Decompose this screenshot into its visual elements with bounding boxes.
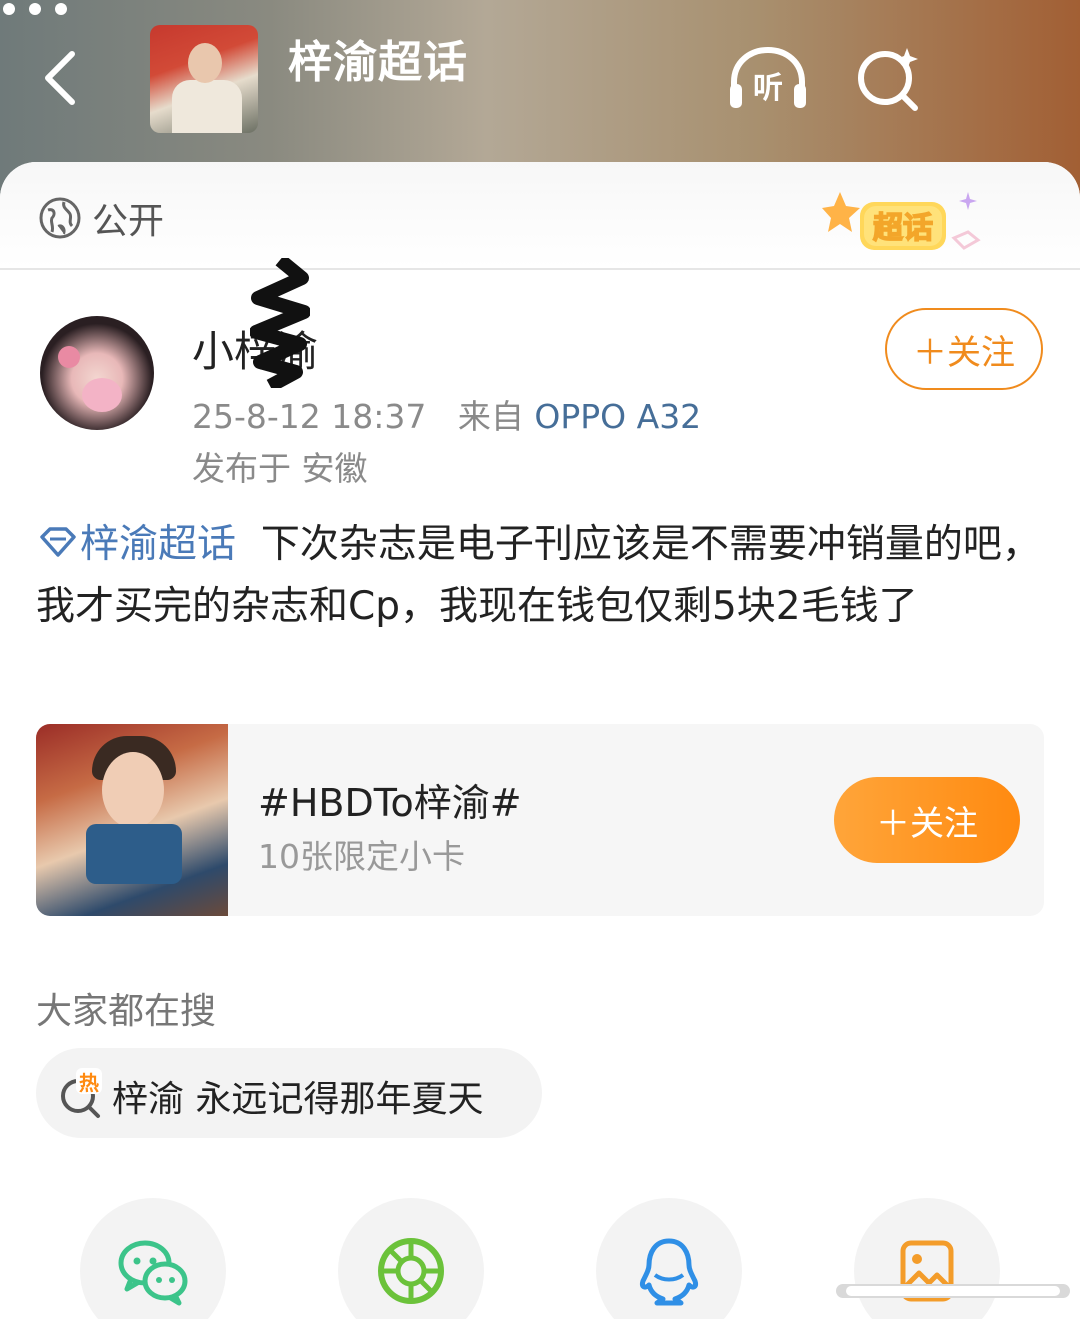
trending-search-label: 大家都在搜: [36, 991, 217, 1032]
topic-link[interactable]: 梓渝超话: [36, 522, 236, 567]
topic-card[interactable]: #HBDTo梓渝# 10张限定小卡 ＋关注: [36, 724, 1044, 916]
moments-icon: [378, 1238, 444, 1304]
post-timestamp: 25-8-12 18:37: [192, 397, 427, 436]
more-icon[interactable]: [0, 0, 70, 18]
privacy-row: 公开 超话: [0, 162, 1080, 270]
topic-link-label: 梓渝超话: [80, 522, 237, 567]
privacy-label: 公开: [92, 201, 165, 242]
listen-icon[interactable]: 听: [726, 44, 810, 114]
source-device[interactable]: OPPO A32: [534, 397, 701, 436]
listen-label: 听: [753, 71, 783, 106]
post-body: 梓渝超话 下次杂志是电子刊应该是不需要冲销量的吧，我才买完的杂志和Cp，我现在钱…: [36, 514, 1046, 638]
diamond-icon: [40, 527, 76, 557]
follow-author-button[interactable]: ＋关注: [885, 308, 1043, 390]
redaction-scribble: [250, 258, 310, 388]
qq-icon: [640, 1238, 698, 1306]
author-avatar[interactable]: [40, 316, 154, 430]
globe-icon: [39, 197, 81, 239]
back-icon[interactable]: [38, 48, 88, 108]
hot-badge: 热: [79, 1071, 99, 1095]
supertopic-badge[interactable]: 超话: [822, 188, 992, 264]
search-icon[interactable]: [855, 44, 923, 112]
post-meta: 25-8-12 18:37 来自 OPPO A32: [192, 390, 701, 438]
supertopic-thumbnail[interactable]: [150, 25, 258, 133]
wechat-icon: [118, 1240, 188, 1306]
trending-search-query: 梓渝 永远记得那年夏天: [112, 1079, 484, 1120]
trending-search-chip[interactable]: 热 梓渝 永远记得那年夏天: [36, 1048, 542, 1138]
home-indicator: [836, 1284, 1070, 1298]
topic-image: [36, 724, 228, 916]
follow-topic-button[interactable]: ＋关注: [834, 777, 1020, 863]
badge-label: 超话: [873, 211, 933, 246]
topic-title: #HBDTo梓渝#: [258, 781, 522, 825]
post-location: 发布于 安徽: [192, 449, 368, 488]
source-prefix: 来自: [457, 397, 524, 436]
hot-search-icon: 热: [61, 1068, 102, 1118]
page-title: 梓渝超话: [288, 37, 468, 88]
topic-subtitle: 10张限定小卡: [258, 837, 465, 876]
